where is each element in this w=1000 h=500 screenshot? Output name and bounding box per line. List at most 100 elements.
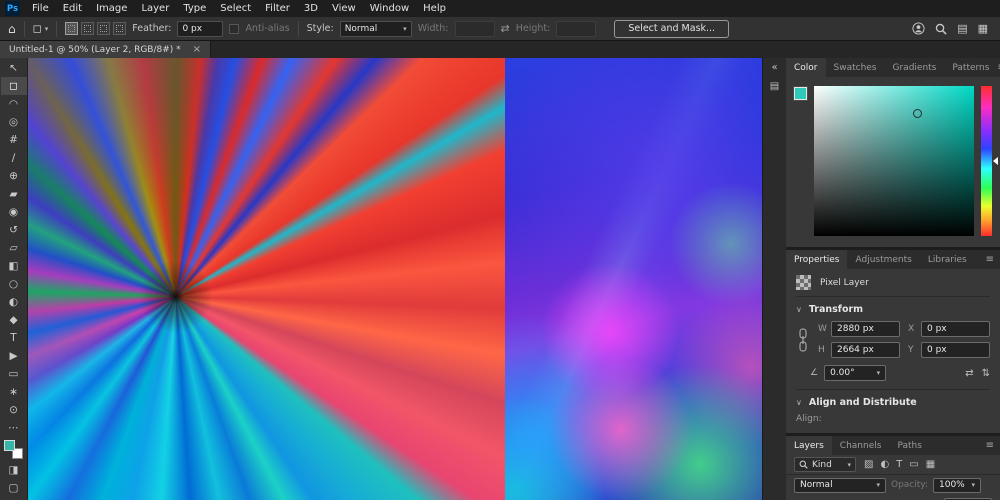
gradient-tool[interactable]: ◧	[1, 257, 27, 275]
tab-gradients[interactable]: Gradients	[885, 58, 945, 77]
pen-tool[interactable]: ◆	[1, 311, 27, 329]
tab-layers[interactable]: Layers	[786, 436, 832, 455]
current-color-swatch[interactable]	[794, 87, 807, 100]
canvas[interactable]	[28, 58, 762, 500]
search-icon[interactable]	[935, 23, 947, 35]
hue-bar[interactable]	[981, 86, 992, 236]
foreground-color-swatch[interactable]	[4, 440, 15, 451]
color-field-marker[interactable]	[913, 109, 922, 118]
hand-tool[interactable]: ∗	[1, 383, 27, 401]
transform-height-input[interactable]: 2664 px	[831, 342, 900, 358]
rectangular-marquee-tool[interactable]: ◻	[1, 77, 27, 95]
tab-adjustments[interactable]: Adjustments	[847, 250, 919, 269]
swap-width-height-icon[interactable]: ⇄	[501, 22, 510, 35]
menu-help[interactable]: Help	[416, 0, 453, 17]
menu-select[interactable]: Select	[213, 0, 258, 17]
screen-mode-icon[interactable]: ▢	[1, 479, 27, 497]
tab-libraries[interactable]: Libraries	[920, 250, 975, 269]
filter-smart-objects-icon[interactable]: ▦	[926, 459, 935, 470]
filter-shape-layers-icon[interactable]: ▭	[909, 459, 918, 470]
blend-mode-dropdown[interactable]: Normal ▾	[794, 478, 886, 493]
transform-width-input[interactable]: 2880 px	[831, 321, 900, 337]
active-tool-preset[interactable]: ◻ ▾	[33, 22, 49, 35]
eraser-tool[interactable]: ▱	[1, 239, 27, 257]
tab-properties[interactable]: Properties	[786, 250, 847, 269]
new-selection-button[interactable]	[65, 22, 78, 35]
type-tool[interactable]: T	[1, 329, 27, 347]
select-and-mask-button[interactable]: Select and Mask...	[614, 20, 729, 38]
menu-filter[interactable]: Filter	[258, 0, 297, 17]
align-section-header[interactable]: ∨ Align and Distribute	[796, 390, 990, 413]
width-input[interactable]	[455, 21, 495, 37]
tab-paths[interactable]: Paths	[889, 436, 929, 455]
color-swatches-widget[interactable]	[4, 440, 23, 459]
menu-edit[interactable]: Edit	[56, 0, 89, 17]
blur-tool[interactable]: ○	[1, 275, 27, 293]
rectangle-tool[interactable]: ▭	[1, 365, 27, 383]
filter-kind-dropdown[interactable]: Kind ▾	[794, 457, 856, 472]
filter-adjustment-layers-icon[interactable]: ◐	[880, 459, 889, 470]
history-brush-tool[interactable]: ↺	[1, 221, 27, 239]
transform-y-input[interactable]: 0 px	[921, 342, 990, 358]
transform-x-input[interactable]: 0 px	[921, 321, 990, 337]
panel-menu-icon[interactable]: ≡	[986, 254, 994, 265]
link-dimensions-icon[interactable]	[796, 327, 810, 353]
crop-tool[interactable]: #	[1, 131, 27, 149]
anti-alias-checkbox[interactable]	[229, 24, 239, 34]
panel-menu-icon[interactable]: ≡	[986, 440, 994, 451]
dodge-tool[interactable]: ◐	[1, 293, 27, 311]
rotation-input[interactable]: 0.00° ▾	[824, 365, 886, 381]
zoom-tool[interactable]: ⊙	[1, 401, 27, 419]
layout-icon[interactable]: ▤	[957, 22, 967, 35]
tab-color[interactable]: Color	[786, 58, 826, 77]
feather-input[interactable]: 0 px	[177, 21, 223, 37]
account-icon[interactable]	[912, 22, 925, 35]
dock-panel-icon[interactable]: ▤	[770, 81, 779, 92]
add-to-selection-button[interactable]	[81, 22, 94, 35]
filter-type-layers-icon[interactable]: T	[896, 459, 902, 470]
canvas-image-right[interactable]	[505, 58, 762, 500]
edit-toolbar-icon[interactable]: ⋯	[1, 419, 27, 437]
filter-pixel-layers-icon[interactable]: ▨	[864, 459, 873, 470]
quick-selection-tool[interactable]: ◎	[1, 113, 27, 131]
path-selection-tool[interactable]: ▶	[1, 347, 27, 365]
style-dropdown[interactable]: Normal ▾	[340, 21, 412, 37]
saturation-brightness-field[interactable]	[814, 86, 974, 236]
lasso-tool[interactable]: ◠	[1, 95, 27, 113]
home-icon[interactable]: ⌂	[8, 23, 16, 35]
tab-channels[interactable]: Channels	[832, 436, 890, 455]
height-input[interactable]	[556, 21, 596, 37]
menu-3d[interactable]: 3D	[297, 0, 325, 17]
menu-image[interactable]: Image	[89, 0, 134, 17]
brush-tool[interactable]: ▰	[1, 185, 27, 203]
close-tab-icon[interactable]: ×	[193, 44, 201, 55]
menu-type[interactable]: Type	[176, 0, 213, 17]
menu-window[interactable]: Window	[363, 0, 416, 17]
menu-file[interactable]: File	[25, 0, 56, 17]
menu-layer[interactable]: Layer	[134, 0, 176, 17]
intersect-selection-button[interactable]	[113, 22, 126, 35]
move-tool[interactable]: ↖	[1, 59, 27, 77]
menu-view[interactable]: View	[325, 0, 363, 17]
hue-slider[interactable]	[981, 86, 992, 236]
spot-healing-brush-tool[interactable]: ⊕	[1, 167, 27, 185]
opacity-label: Opacity:	[891, 480, 928, 490]
flip-horizontal-icon[interactable]: ⇄	[965, 368, 973, 379]
transform-section-header[interactable]: ∨ Transform	[796, 297, 990, 320]
canvas-image-left[interactable]	[28, 58, 505, 500]
flip-vertical-icon[interactable]: ⇅	[982, 368, 990, 379]
opacity-dropdown[interactable]: 100% ▾	[933, 478, 981, 493]
photoshop-logo[interactable]: Ps	[5, 1, 20, 16]
subtract-from-selection-button[interactable]	[97, 22, 110, 35]
quick-mask-mode-icon[interactable]: ◨	[1, 461, 27, 479]
clone-stamp-tool[interactable]: ◉	[1, 203, 27, 221]
tools-panel: ↖ ◻ ◠ ◎ # ∕ ⊕ ▰ ◉ ↺ ▱ ◧ ○ ◐ ◆ T ▶ ▭ ∗ ⊙ …	[0, 58, 28, 500]
anti-alias-label: Anti-alias	[245, 23, 289, 34]
document-tab[interactable]: Untitled-1 @ 50% (Layer 2, RGB/8#) * ×	[0, 41, 211, 58]
tab-patterns[interactable]: Patterns	[944, 58, 997, 77]
workspace-switcher-icon[interactable]: ▦	[978, 22, 988, 35]
hue-slider-marker[interactable]	[993, 157, 998, 165]
eyedropper-tool[interactable]: ∕	[1, 149, 27, 167]
expand-panels-icon[interactable]: «	[771, 62, 777, 73]
tab-swatches[interactable]: Swatches	[826, 58, 885, 77]
